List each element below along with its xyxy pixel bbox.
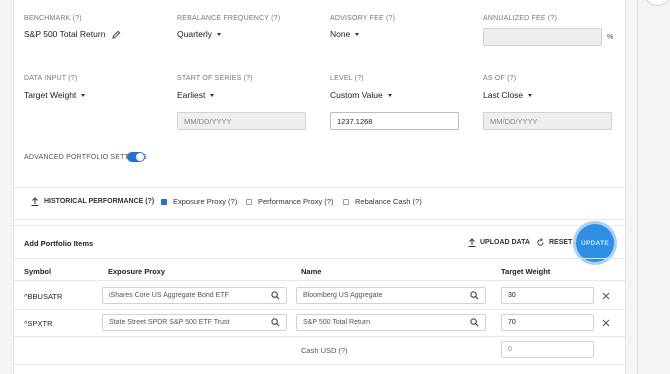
- chevron-down-icon: [528, 93, 533, 97]
- cash-label: Cash USD (?): [301, 346, 348, 355]
- search-icon[interactable]: [470, 318, 479, 327]
- upload-icon: [468, 238, 476, 247]
- update-button[interactable]: UPDATE: [576, 224, 614, 262]
- annualized-fee-percent: %: [607, 34, 614, 41]
- divider: [13, 225, 626, 226]
- exposure-proxy-value: iShares Core US Aggregate Bond ETF: [109, 292, 229, 299]
- column-header-symbol: Symbol: [24, 267, 52, 276]
- level-value: Custom Value: [330, 90, 383, 100]
- column-header-exposure-proxy: Exposure Proxy: [108, 267, 166, 276]
- side-rail-handle[interactable]: [645, 0, 670, 6]
- level-label: LEVEL (?): [330, 75, 364, 82]
- target-weight-input[interactable]: 70: [501, 314, 594, 331]
- divider: [13, 280, 626, 281]
- data-input-select[interactable]: Target Weight: [24, 90, 86, 100]
- divider: [13, 219, 626, 220]
- as-of-label: AS OF (?): [483, 75, 517, 82]
- search-icon[interactable]: [271, 318, 280, 327]
- benchmark-text: S&P 500 Total Return: [24, 29, 106, 39]
- rebalance-frequency-select[interactable]: Quarterly: [177, 29, 221, 39]
- exposure-proxy-search-input[interactable]: State Street SPDR S&P 500 ETF Trust: [102, 314, 287, 331]
- exposure-proxy-option[interactable]: Exposure Proxy (?): [161, 197, 237, 206]
- search-icon[interactable]: [470, 291, 479, 300]
- chevron-down-icon: [355, 32, 360, 36]
- data-input-value: Target Weight: [24, 90, 77, 100]
- start-of-series-value: Earliest: [177, 90, 206, 100]
- rebalance-cash-label: Rebalance Cash (?): [355, 197, 422, 206]
- upload-data-button[interactable]: UPLOAD DATA: [468, 238, 530, 247]
- remove-row-x-icon[interactable]: [602, 292, 610, 300]
- table-row-symbol: ^BBUSATR: [24, 292, 63, 301]
- refresh-icon: [537, 238, 544, 246]
- historical-performance-toggle[interactable]: HISTORICAL PERFORMANCE (?): [31, 197, 154, 206]
- rebalance-frequency-value: Quarterly: [177, 29, 212, 39]
- portfolio-title: Add Portfolio Items: [24, 239, 94, 248]
- divider: [13, 309, 626, 310]
- cash-weight-input[interactable]: 0: [501, 341, 594, 358]
- annualized-fee-input[interactable]: [483, 28, 602, 46]
- historical-performance-label: HISTORICAL PERFORMANCE (?): [44, 198, 155, 205]
- performance-proxy-option[interactable]: Performance Proxy (?): [246, 197, 333, 206]
- advisory-fee-label: ADVISORY FEE (?): [330, 15, 396, 22]
- advisory-fee-value: None: [330, 29, 351, 39]
- target-weight-input[interactable]: 30: [501, 287, 594, 304]
- data-input-label: DATA INPUT (?): [24, 75, 78, 82]
- advisory-fee-select[interactable]: None: [330, 29, 360, 39]
- benchmark-value[interactable]: S&P 500 Total Return: [24, 29, 121, 39]
- start-date-input[interactable]: MM/DD/YYYY: [177, 112, 306, 130]
- chevron-down-icon: [216, 32, 221, 36]
- annualized-fee-label: ANNUALIZED FEE (?): [483, 15, 557, 22]
- remove-row-x-icon[interactable]: [602, 319, 610, 327]
- pencil-icon[interactable]: [112, 30, 121, 39]
- update-label: UPDATE: [580, 239, 610, 247]
- reset-label: RESET: [549, 239, 573, 246]
- as-of-select[interactable]: Last Close: [483, 90, 533, 100]
- performance-proxy-checkbox[interactable]: [246, 198, 252, 205]
- column-header-target-weight: Target Weight: [501, 267, 551, 276]
- chevron-down-icon: [210, 93, 215, 97]
- level-value-input[interactable]: 1237.1268: [330, 112, 459, 130]
- as-of-date-input[interactable]: MM/DD/YYYY: [483, 112, 612, 130]
- rebalance-frequency-label: REBALANCE FREQUENCY (?): [177, 15, 281, 22]
- rebalance-cash-option[interactable]: Rebalance Cash (?): [343, 197, 422, 206]
- name-value: S&P 500 Total Return: [303, 319, 371, 326]
- table-row-symbol: ^SPXTR: [24, 319, 53, 328]
- name-search-input[interactable]: Bloomberg US Aggregate: [296, 287, 486, 304]
- search-icon[interactable]: [271, 291, 280, 300]
- exposure-proxy-search-input[interactable]: iShares Core US Aggregate Bond ETF: [102, 287, 287, 304]
- start-of-series-select[interactable]: Earliest: [177, 90, 215, 100]
- reset-button[interactable]: RESET: [536, 238, 572, 247]
- rebalance-cash-checkbox[interactable]: [343, 198, 349, 205]
- upload-data-label: UPLOAD DATA: [480, 239, 530, 246]
- level-select[interactable]: Custom Value: [330, 90, 392, 100]
- exposure-proxy-value: State Street SPDR S&P 500 ETF Trust: [109, 319, 230, 326]
- chevron-down-icon: [81, 93, 86, 97]
- exposure-proxy-checkbox[interactable]: [161, 198, 167, 205]
- chevron-down-icon: [387, 93, 392, 97]
- exposure-proxy-label: Exposure Proxy (?): [173, 197, 238, 206]
- benchmark-label: BENCHMARK (?): [24, 15, 82, 22]
- divider: [13, 364, 626, 365]
- divider: [13, 258, 626, 259]
- as-of-value: Last Close: [483, 90, 524, 100]
- column-header-name: Name: [301, 267, 322, 276]
- divider: [13, 187, 626, 188]
- name-search-input[interactable]: S&P 500 Total Return: [296, 314, 486, 331]
- start-of-series-label: START OF SERIES (?): [177, 75, 253, 82]
- side-rail: [637, 0, 638, 374]
- advanced-settings-toggle[interactable]: [127, 152, 145, 162]
- upload-icon: [31, 197, 39, 206]
- performance-proxy-label: Performance Proxy (?): [258, 197, 334, 206]
- divider: [13, 336, 626, 337]
- name-value: Bloomberg US Aggregate: [303, 292, 383, 299]
